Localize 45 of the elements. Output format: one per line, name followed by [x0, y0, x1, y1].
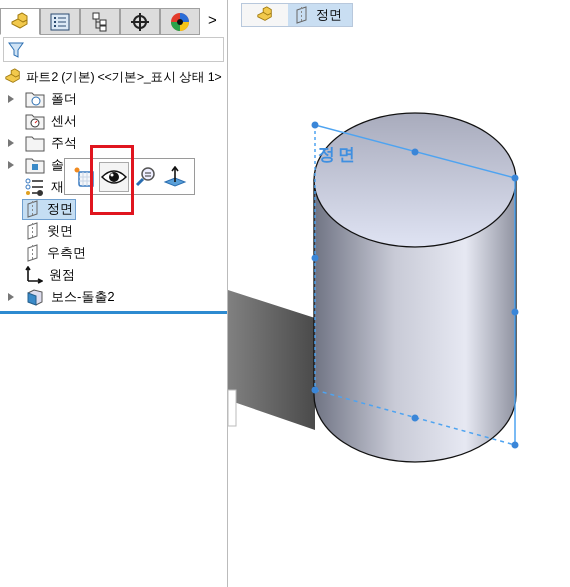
- material-icon: [25, 178, 45, 196]
- expand-caret-icon[interactable]: [8, 95, 14, 103]
- panel-splitter-handle[interactable]: [228, 390, 236, 426]
- tree-item[interactable]: 재: [22, 176, 67, 198]
- body-folder-icon: [25, 156, 45, 174]
- crosshair-icon: [130, 12, 150, 32]
- expand-caret-icon[interactable]: [8, 161, 14, 169]
- tree-root-label[interactable]: 파트2 (기본) <<기본>_표시 상태 1>: [26, 68, 222, 86]
- filter-field[interactable]: [3, 37, 224, 62]
- tabs-scroll-arrow[interactable]: >: [200, 8, 225, 35]
- normal-to-icon: [162, 166, 187, 188]
- breadcrumb-label: 정면: [316, 6, 342, 24]
- highlight-frame: [90, 145, 134, 215]
- tree-item[interactable]: 센서: [22, 110, 80, 132]
- tree-item[interactable]: 솔: [22, 154, 67, 176]
- breadcrumb-bar[interactable]: 정면: [241, 3, 353, 27]
- tree-item[interactable]: 주석: [22, 132, 80, 154]
- sketch-grid-icon: [73, 166, 96, 188]
- filter-icon: [8, 42, 24, 58]
- tree-item[interactable]: 정면: [22, 198, 76, 220]
- panel-tab[interactable]: [40, 8, 80, 35]
- color-ball-icon: [170, 12, 190, 32]
- extrude-icon: [25, 288, 45, 306]
- panel-tab[interactable]: [120, 8, 160, 35]
- list-icon: [50, 12, 70, 30]
- eye-icon: [101, 168, 128, 184]
- annotation-folder-icon: [25, 134, 45, 152]
- origin-axes-icon: [25, 266, 43, 284]
- tree-item[interactable]: 폴더: [22, 88, 80, 110]
- hierarchy-icon: [91, 12, 109, 32]
- sensor-folder-icon: [25, 112, 45, 130]
- expand-caret-icon[interactable]: [8, 139, 14, 147]
- part-icon: [4, 68, 22, 86]
- folder-icon: [25, 90, 45, 108]
- expand-caret-icon[interactable]: [8, 293, 14, 301]
- tree-item[interactable]: 윗면: [22, 220, 76, 242]
- panel-tab[interactable]: [160, 8, 200, 35]
- panel-tab[interactable]: [80, 8, 120, 35]
- tree-item[interactable]: 원점: [22, 264, 78, 286]
- tree-item[interactable]: 보스-돌출2: [22, 286, 118, 308]
- tree-item[interactable]: 우측면: [22, 242, 89, 264]
- toolbar-button[interactable]: [99, 162, 130, 192]
- zoom-icon: [134, 166, 156, 188]
- part-icon: [10, 12, 30, 32]
- part-icon: [256, 6, 274, 24]
